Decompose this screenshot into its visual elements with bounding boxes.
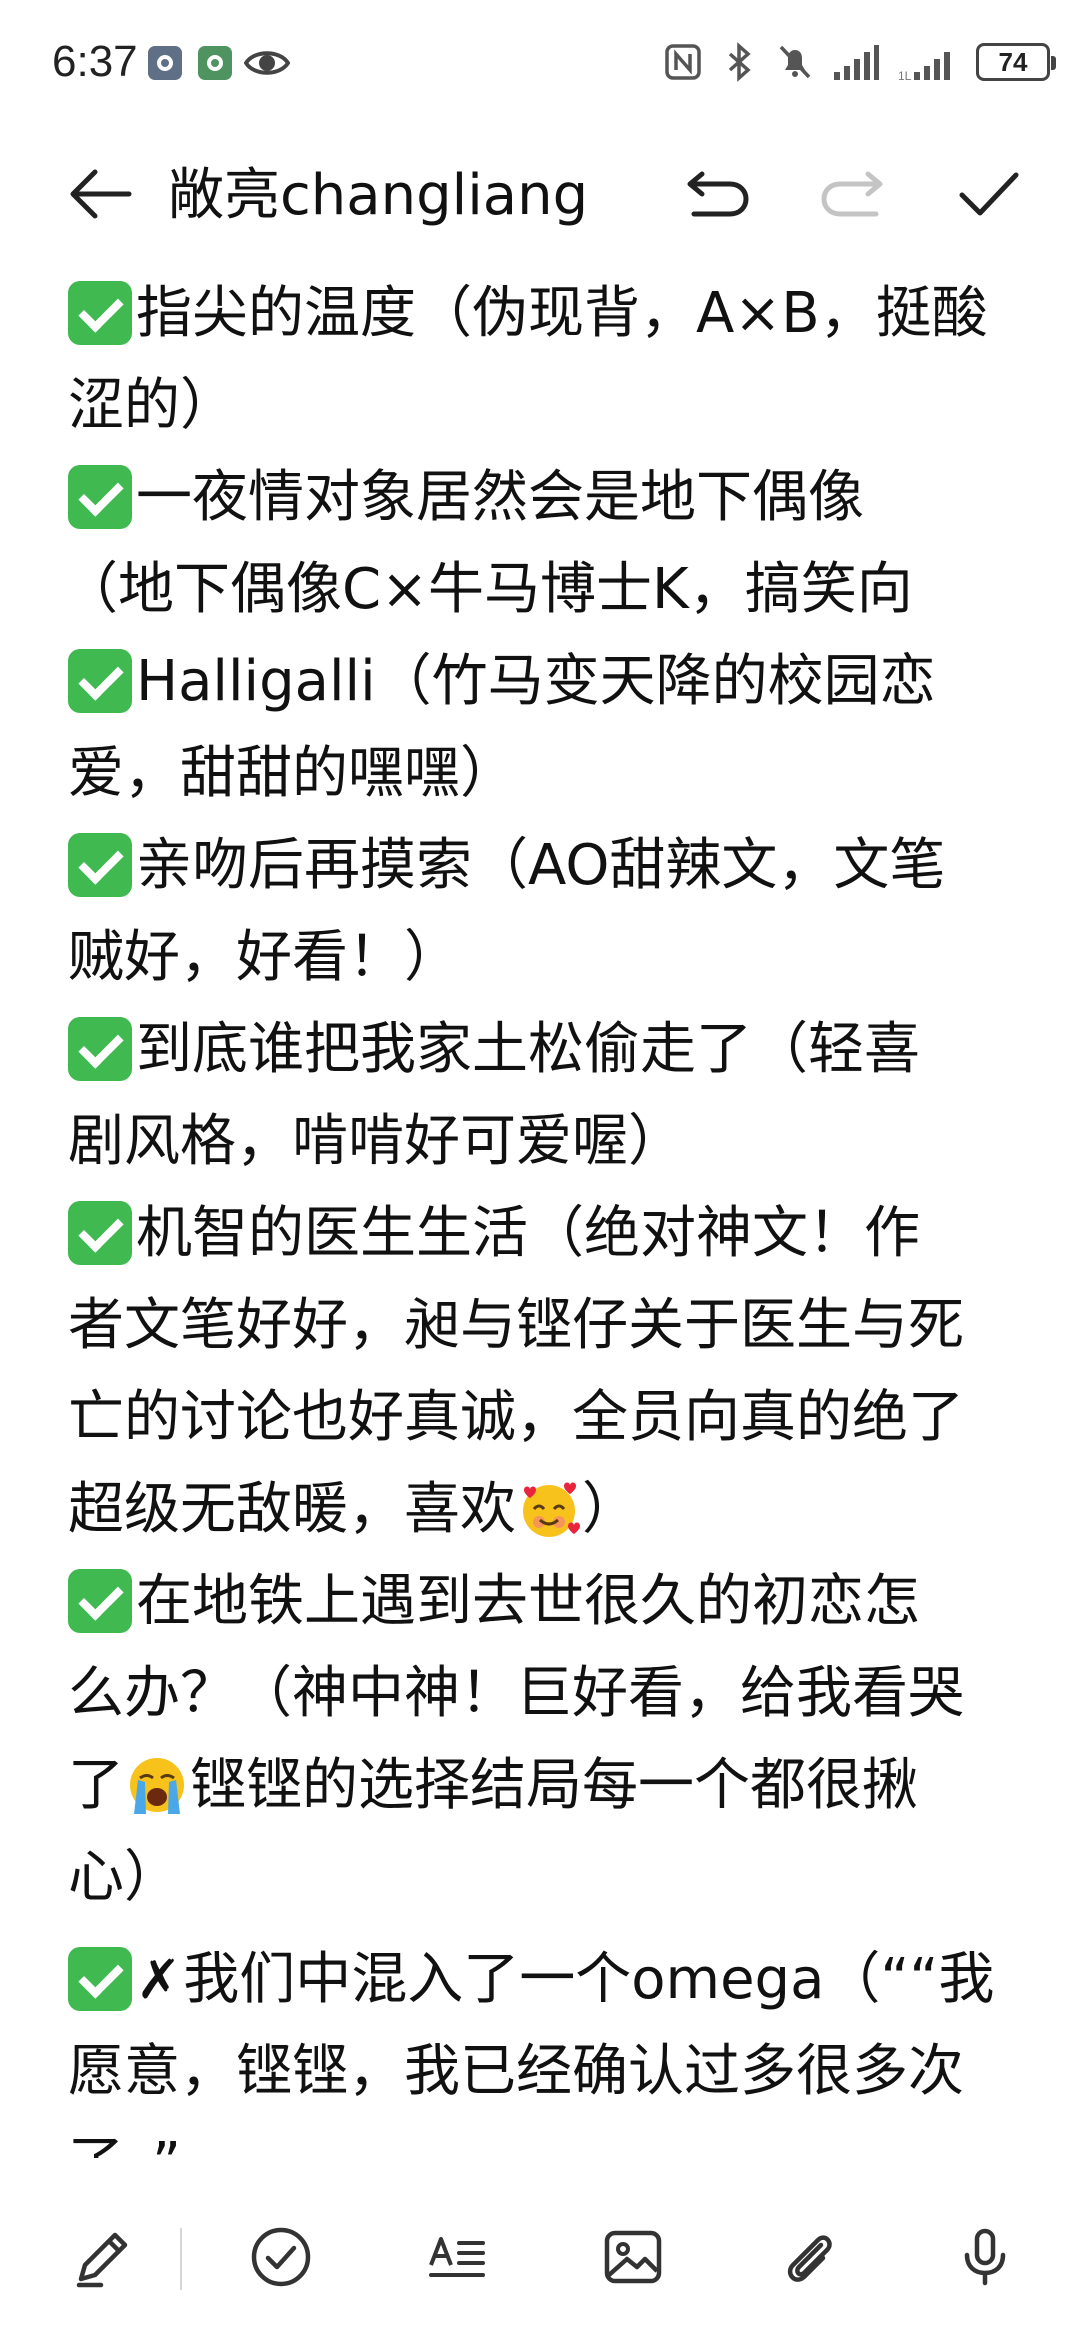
done-button[interactable]	[944, 154, 1034, 234]
green-check-icon	[68, 832, 132, 897]
text-format-icon	[429, 2237, 485, 2277]
back-arrow-icon	[70, 169, 132, 219]
signal-icon-2: 1L	[898, 52, 950, 82]
note-line: 了 铿铿的选择结局每一个都很揪	[68, 1753, 918, 1818]
note-line: 亲吻后再摸索（AO甜辣文，文笔	[68, 820, 1028, 912]
status-bar: 6:37 1L 74	[0, 0, 1080, 126]
note-body[interactable]: 指尖的温度（伪现背，A×B，挺酸 涩的） 一夜情对象居然会是地下偶像 （地下偶像…	[68, 268, 1028, 2158]
note-line: 剧风格，啃啃好可爱喔）	[68, 1109, 684, 1174]
note-line: 了。”	[68, 2118, 1028, 2158]
handwriting-button[interactable]	[58, 2212, 148, 2302]
note-line: 到底谁把我家土松偷走了（轻喜	[68, 1004, 1028, 1096]
green-check-icon	[68, 280, 132, 345]
editor-toolbar: 敞亮changliang	[0, 126, 1080, 262]
battery-icon: 74	[976, 43, 1056, 81]
note-line: 者文笔好好，昶与铿仔关于医生与死	[68, 1293, 964, 1358]
svg-text:1L: 1L	[898, 69, 912, 82]
image-icon	[604, 2230, 662, 2284]
insert-image-button[interactable]	[588, 2212, 678, 2302]
cross-mark: ✗	[136, 1948, 182, 2011]
green-check-icon	[68, 1200, 132, 1265]
undo-icon	[687, 171, 749, 217]
note-line: 涩的）	[68, 373, 236, 438]
bottom-toolbar	[0, 2192, 1080, 2331]
note-line: （地下偶像C×牛马博士K，搞笑向	[68, 557, 913, 622]
toolbar-divider	[180, 2228, 182, 2290]
note-line: 指尖的温度（伪现背，A×B，挺酸	[68, 268, 1028, 360]
note-line: Halligalli（竹马变天降的校园恋	[68, 636, 1028, 728]
check-circle-icon	[251, 2227, 311, 2287]
loudly-crying-face-icon	[130, 1757, 184, 1814]
status-time: 6:37	[52, 37, 138, 86]
attachment-button[interactable]	[764, 2212, 854, 2302]
note-line: 亡的讨论也好真诚，全员向真的绝了	[68, 1385, 964, 1450]
pen-icon	[76, 2232, 128, 2288]
status-right-icons: 1L 74	[664, 34, 1056, 90]
note-line: 机智的医生生活（绝对神文！作	[68, 1188, 1028, 1280]
mute-icon	[779, 45, 811, 79]
note-line: 愿意，铿铿，我已经确认过多很多次	[68, 2039, 964, 2104]
green-check-icon	[68, 464, 132, 529]
app-icon-1	[148, 46, 182, 80]
app-icon-2	[198, 46, 232, 80]
note-line: 超级无敌暖，喜欢 ）	[68, 1477, 638, 1542]
note-title[interactable]: 敞亮changliang	[168, 160, 588, 232]
redo-icon	[821, 171, 883, 217]
back-button[interactable]	[60, 154, 140, 234]
green-check-icon	[68, 1946, 132, 2011]
smiling-face-with-hearts-icon	[523, 1482, 580, 1537]
attachment-icon	[787, 2235, 832, 2282]
green-check-icon	[68, 1016, 132, 1081]
bluetooth-icon	[728, 42, 751, 82]
notes-editor-screen: 6:37 1L 74 敞亮changliang 指尖的温度（伪现背，A×B，挺酸…	[0, 0, 1080, 2331]
note-line: 心）	[68, 1845, 180, 1910]
battery-level: 74	[998, 46, 1028, 77]
note-line: 爱，甜甜的嘿嘿）	[68, 741, 516, 806]
note-line: ✗我们中混入了一个omega（““我	[68, 1934, 1028, 2026]
text-format-button[interactable]	[412, 2212, 502, 2302]
green-check-icon	[68, 1568, 132, 1633]
note-line: 贼好，好看！）	[68, 925, 460, 990]
green-check-icon	[68, 648, 132, 713]
undo-button[interactable]	[672, 154, 762, 234]
note-line: 一夜情对象居然会是地下偶像	[68, 452, 1028, 544]
microphone-icon	[964, 2228, 1006, 2286]
note-line: 在地铁上遇到去世很久的初恋怎	[68, 1556, 1028, 1648]
checklist-button[interactable]	[236, 2212, 326, 2302]
voice-input-button[interactable]	[940, 2212, 1030, 2302]
redo-button[interactable]	[808, 154, 898, 234]
nfc-icon	[665, 44, 701, 80]
checkmark-icon	[959, 172, 1019, 216]
signal-icon	[834, 45, 879, 80]
eye-icon	[244, 51, 290, 75]
note-line: 么办？（神中神！巨好看，给我看哭	[68, 1661, 964, 1726]
